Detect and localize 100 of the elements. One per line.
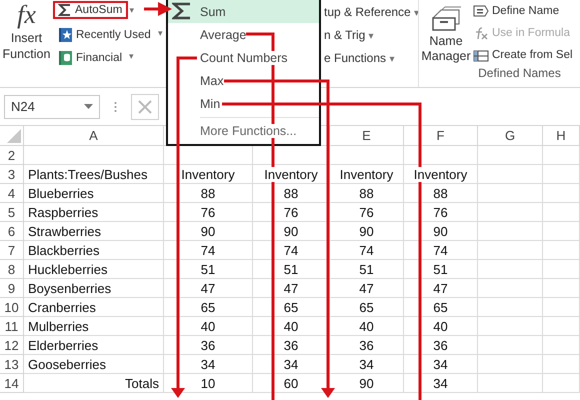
table-cell: 36 <box>284 338 298 352</box>
row-header[interactable]: 6 <box>8 224 16 238</box>
table-cell: Blueberries <box>28 186 94 200</box>
tag-icon <box>473 5 489 17</box>
table-cell: 76 <box>200 204 216 220</box>
table-icon <box>473 48 489 62</box>
table-cell: 34 <box>433 356 448 372</box>
table-cell: 88 <box>433 186 448 200</box>
book-icon <box>58 50 73 66</box>
table-cell: 76 <box>433 204 448 220</box>
table-cell: Mulberries <box>28 318 89 334</box>
table-cell: 88 <box>359 186 374 200</box>
formula-icon <box>473 26 489 40</box>
financial-button[interactable]: Financial <box>53 48 128 67</box>
select-all-icon[interactable] <box>7 129 21 143</box>
table-cell: Raspberries <box>28 204 98 220</box>
table-cell: Inventory <box>264 166 318 182</box>
table-cell: 36 <box>200 338 216 352</box>
insert-function-button[interactable]: Insert Function <box>0 30 54 62</box>
column-header[interactable]: H <box>556 128 566 143</box>
function-category-button[interactable]: n & Trig ▾ <box>324 23 374 46</box>
table-cell: 40 <box>284 318 298 334</box>
table-cell: 90 <box>433 224 448 238</box>
caret-icon[interactable]: ▾ <box>158 28 163 38</box>
grip-icon <box>114 100 117 112</box>
empty-cell <box>543 260 580 279</box>
empty-cell <box>543 317 580 336</box>
column-header[interactable]: F <box>436 128 444 143</box>
function-category-button[interactable]: e Functions ▾ <box>324 46 394 69</box>
name-manager-button[interactable]: Name Manager <box>419 0 473 66</box>
table-cell: 40 <box>359 318 374 334</box>
row-header[interactable]: 4 <box>8 186 16 200</box>
table-cell: 90 <box>200 224 216 238</box>
create-from-selection-button[interactable]: Create from Sel <box>473 44 573 66</box>
group-label: Defined Names <box>478 66 561 80</box>
table-cell: 34 <box>433 376 448 390</box>
row-header[interactable]: 9 <box>8 280 16 296</box>
table-cell: 88 <box>200 186 216 200</box>
row-header[interactable]: 3 <box>8 166 16 182</box>
sigma-icon <box>172 2 192 20</box>
table-cell: 36 <box>359 338 374 352</box>
table-cell: 65 <box>359 300 374 314</box>
row-header[interactable]: 2 <box>8 148 16 162</box>
empty-cell <box>543 165 580 184</box>
empty-cell <box>543 336 580 355</box>
table-cell: Huckleberries <box>28 262 108 276</box>
table-cell: Gooseberries <box>28 356 106 372</box>
autosum-button[interactable]: AutoSum <box>53 1 128 19</box>
table-cell: 76 <box>284 204 298 220</box>
table-cell: 90 <box>359 224 374 238</box>
table-cell: 40 <box>433 318 448 334</box>
table-cell: 34 <box>284 356 298 372</box>
row-header[interactable]: 10 <box>4 300 19 314</box>
table-cell: Strawberries <box>28 224 101 238</box>
cancel-button[interactable] <box>131 94 159 120</box>
empty-cell <box>543 203 580 222</box>
row-header[interactable]: 14 <box>4 376 19 390</box>
function-icon[interactable]: fx <box>17 0 36 30</box>
empty-cell <box>543 374 580 393</box>
star-book-icon <box>58 26 73 42</box>
row-header[interactable]: 5 <box>8 204 16 220</box>
table-cell: Elderberries <box>28 338 98 352</box>
column-header[interactable]: E <box>362 128 371 143</box>
row-header[interactable]: 8 <box>8 262 16 276</box>
define-name-button[interactable]: Define Name <box>473 0 573 22</box>
row-header[interactable]: 12 <box>4 338 19 352</box>
empty-cell <box>543 298 580 317</box>
row-header[interactable]: 11 <box>4 318 18 334</box>
row-header[interactable]: 7 <box>8 242 16 258</box>
column-header[interactable]: G <box>504 128 516 143</box>
table-cell: Cranberries <box>28 300 96 314</box>
name-box[interactable]: N24 <box>4 94 100 118</box>
table-cell: 90 <box>359 376 374 390</box>
dropdown-icon <box>84 104 93 110</box>
menu-item[interactable]: Sum <box>168 0 319 23</box>
caret-icon[interactable]: ▾ <box>129 51 134 61</box>
empty-cell <box>543 222 580 241</box>
annotation-arrow <box>144 2 172 16</box>
table-cell: 65 <box>433 300 448 314</box>
table-cell: Plants:Trees/Bushes <box>28 166 148 182</box>
close-icon <box>138 100 152 114</box>
empty-cell <box>543 241 580 260</box>
table-cell: 76 <box>359 204 374 220</box>
table-cell: 88 <box>284 186 298 200</box>
caret-icon[interactable]: ▾ <box>129 5 134 15</box>
recently-used-button[interactable]: Recently Used <box>53 25 157 44</box>
empty-cell <box>543 279 580 298</box>
row-header[interactable]: 13 <box>4 356 19 372</box>
column-header[interactable]: A <box>89 128 98 143</box>
empty-cell <box>543 355 580 374</box>
table-cell: 65 <box>200 300 216 314</box>
table-cell: 34 <box>359 356 374 372</box>
empty-cell <box>543 184 580 203</box>
table-cell: 60 <box>284 376 298 390</box>
table-cell: 34 <box>200 356 216 372</box>
table-cell: 36 <box>433 338 448 352</box>
table-cell: Inventory <box>414 166 468 182</box>
table-cell: 40 <box>200 318 216 334</box>
table-cell: 10 <box>200 376 216 390</box>
table-cell: Boysenberries <box>28 280 112 296</box>
